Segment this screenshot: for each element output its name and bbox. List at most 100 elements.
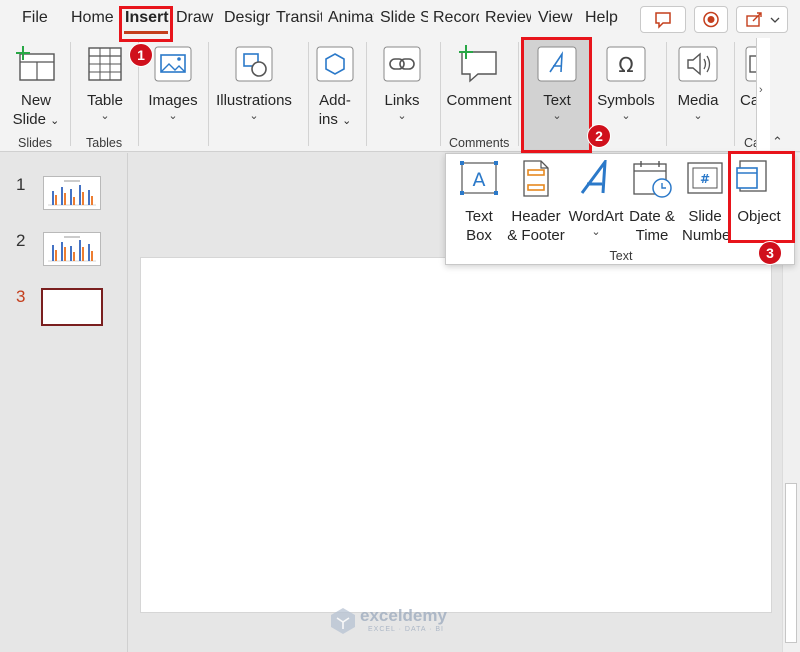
- table-label: Table: [87, 92, 123, 109]
- slide-thumbnail-1[interactable]: [43, 176, 101, 210]
- tab-help[interactable]: Help: [585, 9, 623, 27]
- addins-label-line1: Add-: [319, 92, 351, 109]
- chevron-right-icon: ›: [759, 84, 763, 96]
- slide-canvas[interactable]: [140, 257, 772, 613]
- chevron-down-icon: ⌄: [100, 110, 110, 122]
- new-slide-icon: [16, 46, 55, 81]
- group-label-comments: Comments: [449, 136, 510, 150]
- wordart-button[interactable]: WordArt ⌄: [567, 157, 625, 238]
- ribbon: New Slide ⌄ Slides Table ⌄ Tables Images…: [0, 38, 800, 152]
- chevron-down-icon: ⌄: [168, 110, 178, 122]
- media-button[interactable]: Media ⌄: [670, 44, 726, 122]
- symbols-button[interactable]: Ω Symbols ⌄: [594, 44, 658, 122]
- slide-thumbnail-pane: 1 2 3: [0, 153, 128, 652]
- group-separator: [440, 42, 441, 146]
- camera-button[interactable]: Ca: [740, 44, 756, 110]
- tab-draw[interactable]: Draw: [176, 9, 218, 27]
- tab-review[interactable]: Review: [485, 9, 531, 27]
- chart-thumbnail: [48, 180, 96, 206]
- watermark-title: exceldemy: [360, 606, 447, 625]
- comment-bubble-icon: [655, 12, 671, 29]
- camera-icon: [745, 46, 756, 82]
- links-button[interactable]: Links ⌄: [370, 44, 434, 122]
- header-footer-icon: [523, 160, 549, 197]
- tab-transitions[interactable]: Transitions: [276, 9, 322, 27]
- text-box-button[interactable]: A Text Box: [456, 160, 502, 245]
- shapes-icon: [235, 46, 273, 82]
- tab-design[interactable]: Design: [224, 9, 270, 27]
- tab-record[interactable]: Record: [433, 9, 479, 27]
- wordart-icon: [580, 157, 607, 194]
- illustrations-button[interactable]: Illustrations ⌄: [214, 44, 294, 122]
- chevron-down-icon: ⌄: [397, 110, 407, 122]
- images-label: Images: [148, 92, 198, 109]
- tab-view[interactable]: View: [538, 9, 576, 27]
- table-button[interactable]: Table ⌄: [76, 44, 134, 122]
- omega-icon: Ω: [606, 46, 646, 82]
- slide-number: 1: [16, 175, 26, 194]
- header-footer-button[interactable]: Header & Footer: [504, 160, 568, 245]
- tab-file[interactable]: File: [22, 9, 48, 27]
- svg-text:#: #: [700, 172, 710, 186]
- ribbon-scroll-right[interactable]: ›: [756, 38, 770, 150]
- group-separator: [308, 42, 309, 146]
- group-separator: [208, 42, 209, 146]
- comment-label: Comment: [446, 92, 512, 109]
- slide-thumbnail-2[interactable]: [43, 232, 101, 266]
- scrollbar-thumb[interactable]: [785, 483, 797, 643]
- group-separator: [366, 42, 367, 146]
- group-separator: [666, 42, 667, 146]
- header-footer-label-line1: Header: [511, 208, 561, 225]
- table-icon: [88, 47, 122, 81]
- camera-label: Ca: [740, 92, 756, 109]
- slide-thumbnail-3[interactable]: [41, 288, 103, 326]
- collapse-ribbon-icon[interactable]: ⌃: [772, 134, 783, 150]
- dropdown-group-label: Text: [609, 249, 633, 263]
- step-badge-1: 1: [129, 43, 153, 67]
- tab-animations[interactable]: Animations: [328, 9, 374, 27]
- comments-button[interactable]: [640, 6, 686, 33]
- text-box-icon: A: [460, 161, 498, 195]
- addins-icon: [316, 46, 354, 82]
- record-icon: [703, 11, 719, 28]
- highlight-text-button: [521, 37, 592, 153]
- chevron-down-icon: ⌄: [621, 110, 631, 122]
- slide-number-active: 3: [16, 287, 26, 306]
- group-separator: [70, 42, 71, 146]
- addins-button[interactable]: Add- ins ⌄: [312, 44, 358, 131]
- share-icon: [746, 12, 780, 27]
- slide-number-label-line2: Number: [682, 227, 730, 244]
- new-slide-button[interactable]: New Slide ⌄: [6, 44, 66, 131]
- date-time-button[interactable]: Date & Time: [626, 160, 678, 245]
- record-button[interactable]: [694, 6, 728, 33]
- new-comment-icon: [459, 45, 497, 83]
- svg-text:A: A: [473, 169, 486, 191]
- watermark-subtitle: EXCEL · DATA · BI: [368, 626, 444, 633]
- tab-slide-show[interactable]: Slide Show: [380, 9, 428, 27]
- links-label: Links: [384, 92, 420, 109]
- group-label-tables: Tables: [86, 136, 123, 150]
- speaker-icon: [678, 46, 718, 82]
- date-time-label-line1: Date &: [629, 208, 675, 225]
- new-comment-button[interactable]: Comment: [444, 44, 514, 110]
- new-slide-label-line2: Slide ⌄: [12, 111, 60, 128]
- chevron-down-icon: ⌄: [693, 110, 703, 122]
- tab-home[interactable]: Home: [71, 9, 117, 27]
- chart-thumbnail: [48, 236, 96, 262]
- step-badge-3: 3: [758, 241, 782, 265]
- slide-number-button[interactable]: # Slide Number: [680, 160, 730, 245]
- svg-text:Ω: Ω: [618, 53, 633, 77]
- link-icon: [383, 46, 421, 82]
- slide-number: 2: [16, 231, 26, 250]
- illustrations-label: Illustrations: [216, 92, 292, 109]
- slide-number-label-line1: Slide: [688, 208, 722, 225]
- chevron-down-icon: ⌄: [249, 110, 259, 122]
- share-button[interactable]: [736, 6, 788, 33]
- calendar-clock-icon: [633, 161, 672, 198]
- group-separator: [518, 42, 519, 146]
- step-badge-2: 2: [587, 124, 611, 148]
- wordart-label: WordArt: [568, 208, 624, 225]
- highlight-insert-tab: [119, 6, 173, 42]
- group-label-slides: Slides: [18, 136, 53, 150]
- symbols-label: Symbols: [597, 92, 655, 109]
